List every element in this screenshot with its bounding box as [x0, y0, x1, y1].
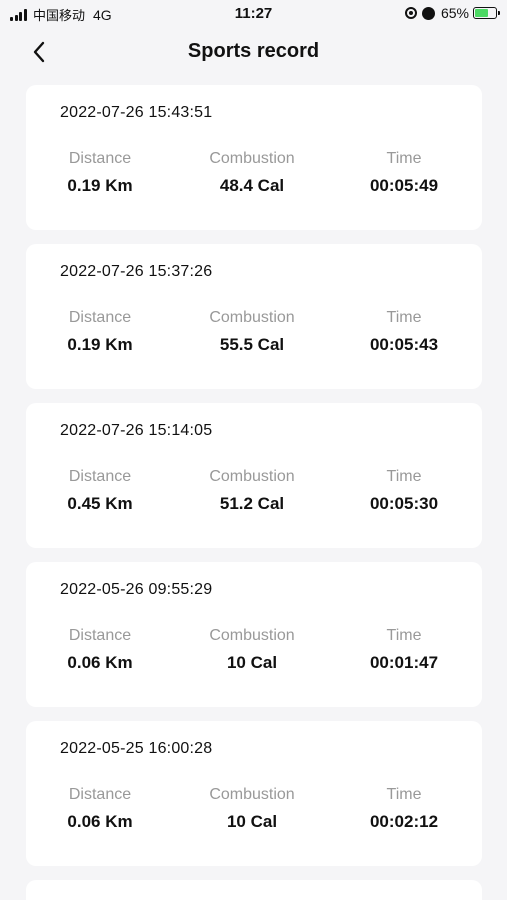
record-card[interactable]: 2022-07-26 15:37:26 Distance 0.19 Km Com…: [26, 244, 482, 389]
time-value: 00:05:49: [369, 176, 439, 195]
distance-label: Distance: [68, 786, 132, 803]
battery-fill: [475, 9, 488, 17]
combustion-value: 55.5 Cal: [219, 335, 285, 354]
combustion-value: 10 Cal: [226, 653, 278, 672]
battery-icon: [473, 7, 500, 19]
distance-label: Distance: [68, 309, 132, 326]
combustion-label: Combustion: [209, 627, 295, 644]
time-stat: Time 00:05:43: [329, 309, 479, 355]
alarm-icon: [421, 6, 435, 20]
time-value: 00:01:47: [369, 653, 439, 672]
record-date: 2022-05-26 09:55:29: [60, 581, 213, 598]
time-value: 00:02:12: [369, 812, 439, 831]
distance-stat: Distance 0.19 Km: [25, 150, 175, 196]
combustion-value: 51.2 Cal: [219, 494, 285, 513]
combustion-label: Combustion: [209, 468, 295, 485]
distance-label: Distance: [68, 627, 132, 644]
distance-value: 0.45 Km: [67, 494, 133, 513]
distance-label: Distance: [68, 468, 132, 485]
combustion-stat: Combustion 10 Cal: [177, 627, 327, 673]
time-value: 00:05:30: [369, 494, 439, 513]
record-date: 2022-07-26 15:37:26: [60, 263, 213, 280]
record-card[interactable]: [26, 880, 482, 900]
record-date: 2022-07-26 15:14:05: [60, 422, 213, 439]
record-card[interactable]: 2022-07-26 15:43:51 Distance 0.19 Km Com…: [26, 85, 482, 230]
nav-bar: Sports record: [0, 30, 507, 74]
combustion-label: Combustion: [209, 150, 295, 167]
record-card[interactable]: 2022-05-25 16:00:28 Distance 0.06 Km Com…: [26, 721, 482, 866]
time-label: Time: [386, 150, 422, 167]
time-stat: Time 00:02:12: [329, 786, 479, 832]
combustion-stat: Combustion 51.2 Cal: [177, 468, 327, 514]
page-title: Sports record: [187, 40, 320, 62]
time-label: Time: [386, 309, 422, 326]
combustion-value: 48.4 Cal: [219, 176, 285, 195]
distance-stat: Distance 0.45 Km: [25, 468, 175, 514]
distance-label: Distance: [68, 150, 132, 167]
distance-stat: Distance 0.06 Km: [25, 627, 175, 673]
combustion-label: Combustion: [209, 786, 295, 803]
distance-value: 0.06 Km: [67, 653, 133, 672]
record-card[interactable]: 2022-05-26 09:55:29 Distance 0.06 Km Com…: [26, 562, 482, 707]
distance-value: 0.19 Km: [67, 335, 133, 354]
distance-value: 0.06 Km: [67, 812, 133, 831]
combustion-stat: Combustion 48.4 Cal: [177, 150, 327, 196]
combustion-stat: Combustion 10 Cal: [177, 786, 327, 832]
record-date: 2022-05-25 16:00:28: [60, 740, 213, 757]
distance-value: 0.19 Km: [67, 176, 133, 195]
status-right: 65%: [404, 5, 500, 21]
combustion-label: Combustion: [209, 309, 295, 326]
record-card[interactable]: 2022-07-26 15:14:05 Distance 0.45 Km Com…: [26, 403, 482, 548]
record-date: 2022-07-26 15:43:51: [60, 104, 213, 121]
distance-stat: Distance 0.06 Km: [25, 786, 175, 832]
combustion-value: 10 Cal: [226, 812, 278, 831]
time-value: 00:05:43: [369, 335, 439, 354]
record-list[interactable]: 2022-07-26 15:43:51 Distance 0.19 Km Com…: [26, 85, 482, 900]
time-stat: Time 00:05:49: [329, 150, 479, 196]
battery-percent: 65%: [440, 5, 469, 21]
time-stat: Time 00:01:47: [329, 627, 479, 673]
time-stat: Time 00:05:30: [329, 468, 479, 514]
combustion-stat: Combustion 55.5 Cal: [177, 309, 327, 355]
orientation-lock-icon: [404, 7, 417, 19]
time-label: Time: [386, 468, 422, 485]
time-label: Time: [386, 627, 422, 644]
distance-stat: Distance 0.19 Km: [25, 309, 175, 355]
time-label: Time: [386, 786, 422, 803]
status-bar: 中国移动 4G 11:27 65%: [0, 0, 507, 28]
